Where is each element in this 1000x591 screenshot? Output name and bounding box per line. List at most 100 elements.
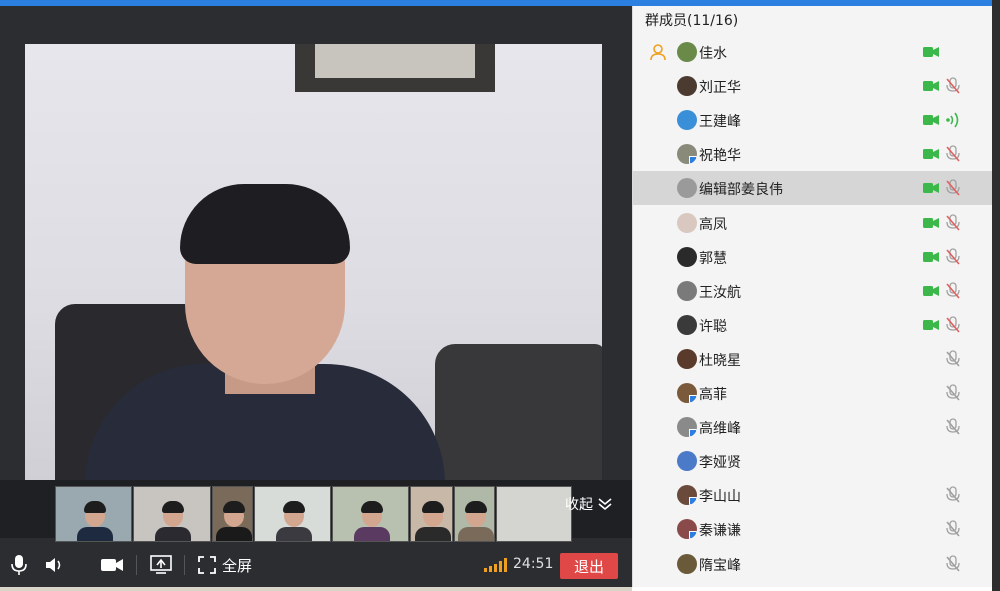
mic-muted-icon[interactable]: [945, 384, 961, 402]
mic-muted-icon[interactable]: [945, 282, 961, 300]
member-row[interactable]: 高凤: [633, 206, 993, 240]
video-on-icon[interactable]: [923, 114, 939, 126]
member-name: 王汝航: [699, 285, 741, 301]
member-row[interactable]: 李娅贤: [633, 444, 993, 478]
mic-muted-icon[interactable]: [945, 520, 961, 538]
video-thumbnail[interactable]: [212, 486, 253, 542]
member-row[interactable]: 秦谦谦: [633, 512, 993, 546]
video-on-icon[interactable]: [923, 251, 939, 263]
member-panel: 群成员(11/16) 佳水刘正华王建峰祝艳华编辑部姜良伟高凤郭慧王汝航许聪杜晓星…: [632, 6, 993, 587]
mic-muted-icon[interactable]: [945, 77, 961, 95]
video-on-icon[interactable]: [923, 80, 939, 92]
video-thumbnail[interactable]: [55, 486, 132, 542]
member-row[interactable]: 高维峰: [633, 410, 993, 444]
mic-icon: [11, 555, 27, 575]
screen-share-button[interactable]: [150, 553, 172, 577]
member-name: 高菲: [699, 387, 727, 403]
video-thumbnail[interactable]: [454, 486, 495, 542]
participant-hair: [422, 501, 444, 513]
video-on-icon[interactable]: [923, 148, 939, 160]
video-thumbnail[interactable]: [496, 486, 572, 542]
member-name: 高凤: [699, 217, 727, 233]
mic-button[interactable]: [10, 553, 28, 577]
member-row[interactable]: 编辑部姜良伟: [633, 171, 993, 205]
collapse-button[interactable]: 收起: [565, 492, 625, 516]
member-row[interactable]: 郭慧: [633, 240, 993, 274]
exit-button[interactable]: 退出: [560, 553, 618, 579]
thumbnail-background: [497, 487, 571, 541]
participant-hair: [361, 501, 383, 513]
video-on-icon[interactable]: [923, 182, 939, 194]
chair-right: [435, 344, 602, 480]
mic-muted-icon[interactable]: [945, 418, 961, 436]
avatar: [677, 76, 697, 96]
mic-muted-icon[interactable]: [945, 350, 961, 368]
fullscreen-button[interactable]: 全屏: [198, 553, 252, 577]
video-thumbnail[interactable]: [133, 486, 211, 542]
avatar: [677, 417, 697, 437]
avatar: [677, 247, 697, 267]
participant-torso: [77, 527, 113, 541]
video-on-icon[interactable]: [923, 46, 939, 58]
device-badge-icon: [689, 395, 697, 403]
member-row[interactable]: 隋宝峰: [633, 547, 993, 581]
mic-muted-icon[interactable]: [945, 248, 961, 266]
member-name: 许聪: [699, 319, 727, 335]
member-row[interactable]: 高菲: [633, 376, 993, 410]
member-row[interactable]: 佳水: [633, 35, 993, 69]
avatar: [677, 519, 697, 539]
member-row[interactable]: 刘正华: [633, 69, 993, 103]
avatar: [677, 451, 697, 471]
member-name: 王建峰: [699, 114, 741, 130]
member-name: 秦谦谦: [699, 523, 741, 539]
device-badge-icon: [689, 429, 697, 437]
camera-button[interactable]: [100, 553, 124, 577]
avatar: [677, 383, 697, 403]
member-row[interactable]: 王建峰: [633, 103, 993, 137]
speaker-icon: [46, 558, 61, 572]
control-divider: [184, 555, 185, 575]
member-row[interactable]: 王汝航: [633, 274, 993, 308]
member-row[interactable]: 许聪: [633, 308, 993, 342]
call-timer: 24:51: [513, 556, 554, 572]
mic-muted-icon[interactable]: [945, 214, 961, 232]
speaker-button[interactable]: [44, 553, 64, 577]
host-icon: [650, 44, 666, 61]
avatar: [677, 110, 697, 130]
member-name: 祝艳华: [699, 148, 741, 164]
member-row[interactable]: 李山山: [633, 478, 993, 512]
participant-torso: [415, 527, 451, 541]
mic-muted-icon[interactable]: [945, 145, 961, 163]
mic-muted-icon[interactable]: [945, 555, 961, 573]
video-on-icon[interactable]: [923, 285, 939, 297]
member-count-title: 群成员(11/16): [645, 13, 739, 29]
audio-active-icon[interactable]: [945, 111, 961, 129]
member-row[interactable]: 杜晓星: [633, 342, 993, 376]
screen-share-icon: [150, 555, 172, 574]
mic-muted-icon[interactable]: [945, 316, 961, 334]
avatar: [677, 349, 697, 369]
member-name: 刘正华: [699, 80, 741, 96]
video-on-icon[interactable]: [923, 217, 939, 229]
camera-icon: [101, 559, 123, 571]
member-name: 李娅贤: [699, 455, 741, 471]
participant-hair: [223, 501, 245, 513]
video-thumbnail[interactable]: [410, 486, 453, 542]
avatar: [677, 315, 697, 335]
mic-muted-icon[interactable]: [945, 179, 961, 197]
mic-muted-icon[interactable]: [945, 486, 961, 504]
participant-torso: [216, 527, 252, 541]
member-name: 李山山: [699, 489, 741, 505]
video-thumbnail[interactable]: [332, 486, 409, 542]
device-badge-icon: [689, 497, 697, 505]
video-on-icon[interactable]: [923, 319, 939, 331]
participant-torso: [458, 527, 494, 541]
device-badge-icon: [689, 156, 697, 164]
member-name: 佳水: [699, 46, 727, 62]
main-video-feed[interactable]: [25, 44, 602, 480]
control-divider: [136, 555, 137, 575]
video-thumbnail[interactable]: [254, 486, 331, 542]
participant-torso: [155, 527, 191, 541]
participant-hair: [465, 501, 487, 513]
member-row[interactable]: 祝艳华: [633, 137, 993, 171]
